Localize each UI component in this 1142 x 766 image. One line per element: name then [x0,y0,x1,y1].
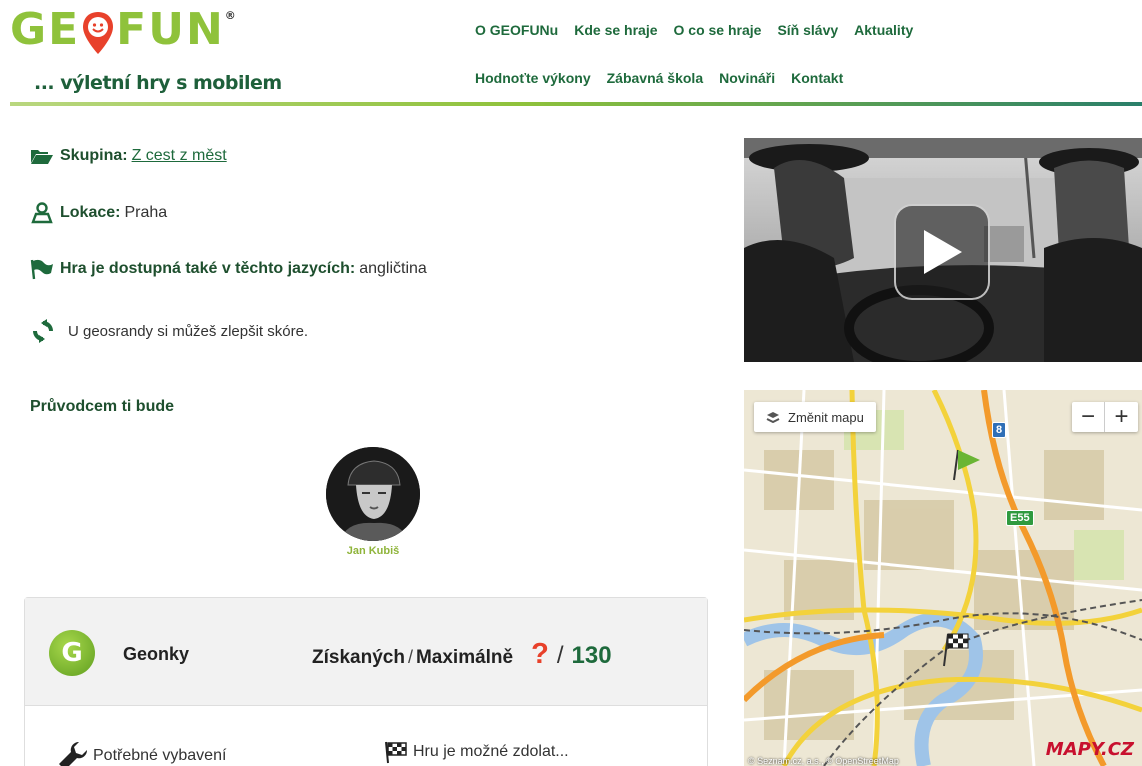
nav-link-kde-se-hraje[interactable]: Kde se hraje [574,22,657,46]
header-divider [10,102,1142,106]
improve-row: U geosrandy si můžeš zlepšit skóre. [30,318,308,344]
play-button[interactable] [894,204,990,300]
refresh-icon [30,318,68,344]
nav-row-2: Hodnoťte výkony Zábavná škola Novináři K… [475,70,1135,94]
max-label: Maximálně [415,647,514,668]
value-slash: / [556,642,564,669]
play-icon [924,230,962,274]
map-widget[interactable]: Změnit mapu − + 8 E55 © Seznam.cz, a.s.,… [744,390,1142,766]
nav-link-kontakt[interactable]: Kontakt [791,70,843,94]
equipment-label: Potřebné vybavení [93,747,227,764]
nav-link-novinari[interactable]: Novináři [719,70,775,94]
road-badge-e55: E55 [1006,510,1034,526]
currency-name: Geonky [123,644,190,664]
folder-open-icon [30,147,60,165]
geofun-logo[interactable]: GE FUN ® ... výletní hry s mobilem [10,0,300,106]
guide-name: Jan Kubiš [346,545,400,557]
logo-tagline: ... výletní hry s mobilem [34,72,282,94]
guide-avatar[interactable] [326,447,420,541]
gained-value: ? [531,638,549,670]
max-value: 130 [571,642,612,669]
languages-row: Hra je dostupná také v těchto jazycích: … [30,258,427,280]
zoom-control: − + [1072,402,1138,432]
equipment-item[interactable]: Potřebné vybavení [57,740,226,766]
map-canvas[interactable] [744,390,1142,766]
improve-text: U geosrandy si můžeš zlepšit skóre. [68,322,309,340]
score-panel-header: G Geonky Získaných / Maximálně ? / 130 [25,598,707,706]
zoom-out-button[interactable]: − [1072,402,1105,432]
logo-wordmark: GE FUN ® [10,0,238,58]
registered-mark: ® [224,8,238,22]
languages-value: angličtina [359,260,427,277]
guide-title: Průvodcem ti bude [30,398,175,415]
location-label: Lokace: [60,204,121,221]
nav-link-aktuality[interactable]: Aktuality [854,22,913,46]
layers-icon [766,411,780,423]
nav-link-o-co-se-hraje[interactable]: O co se hraje [674,22,762,46]
map-credits[interactable]: © Seznam.cz, a.s., © OpenStreetMap [748,756,899,766]
group-link[interactable]: Z cest z měst [132,147,227,165]
score-panel-body: Potřebné vybavení Hru je možné zdolat... [25,706,707,766]
group-label: Skupina: [60,147,128,164]
gained-label: Získaných [312,647,405,668]
map-pin-smiley-icon [81,10,115,56]
location-value: Praha [124,204,168,221]
wrench-icon [57,740,89,766]
completion-item[interactable]: Hru je možné zdolat... [383,740,569,764]
logo-text-left: GE [10,3,81,55]
geonky-badge-icon: G [49,630,95,676]
site-header: GE FUN ® ... výletní hry s mobilem O GEO… [0,0,1142,110]
completion-label: Hru je možné zdolat... [413,743,569,760]
change-map-label: Změnit mapu [788,409,864,425]
location-row: Lokace: Praha [30,202,167,224]
nav-link-zabavna-skola[interactable]: Zábavná škola [607,70,704,94]
score-summary: Získaných / Maximálně ? / 130 [312,638,612,671]
checkered-flag-icon [383,740,409,764]
location-person-icon [30,202,60,224]
nav-row-1: O GEOFUNu Kde se hraje O co se hraje Síň… [475,22,1135,46]
score-panel: G Geonky Získaných / Maximálně ? / 130 P… [24,597,708,766]
road-badge-8: 8 [992,422,1007,438]
nav-link-hodnotte-vykony[interactable]: Hodnoťte výkony [475,70,591,94]
score-slash: / [407,647,413,667]
group-row: Skupina: Z cest z měst [30,147,227,165]
change-map-button[interactable]: Změnit mapu [754,402,876,432]
mapy-cz-logo[interactable]: MAPY.CZ [1046,739,1134,760]
guide-card[interactable]: Jan Kubiš [323,447,423,557]
nav-link-o-geofunu[interactable]: O GEOFUNu [475,22,558,46]
nav-link-sin-slavy[interactable]: Síň slávy [777,22,838,46]
video-player[interactable] [744,138,1142,362]
zoom-in-button[interactable]: + [1105,402,1138,432]
languages-label: Hra je dostupná také v těchto jazycích: [60,260,356,277]
logo-text-right: FUN [116,3,225,55]
flag-icon [30,258,60,280]
